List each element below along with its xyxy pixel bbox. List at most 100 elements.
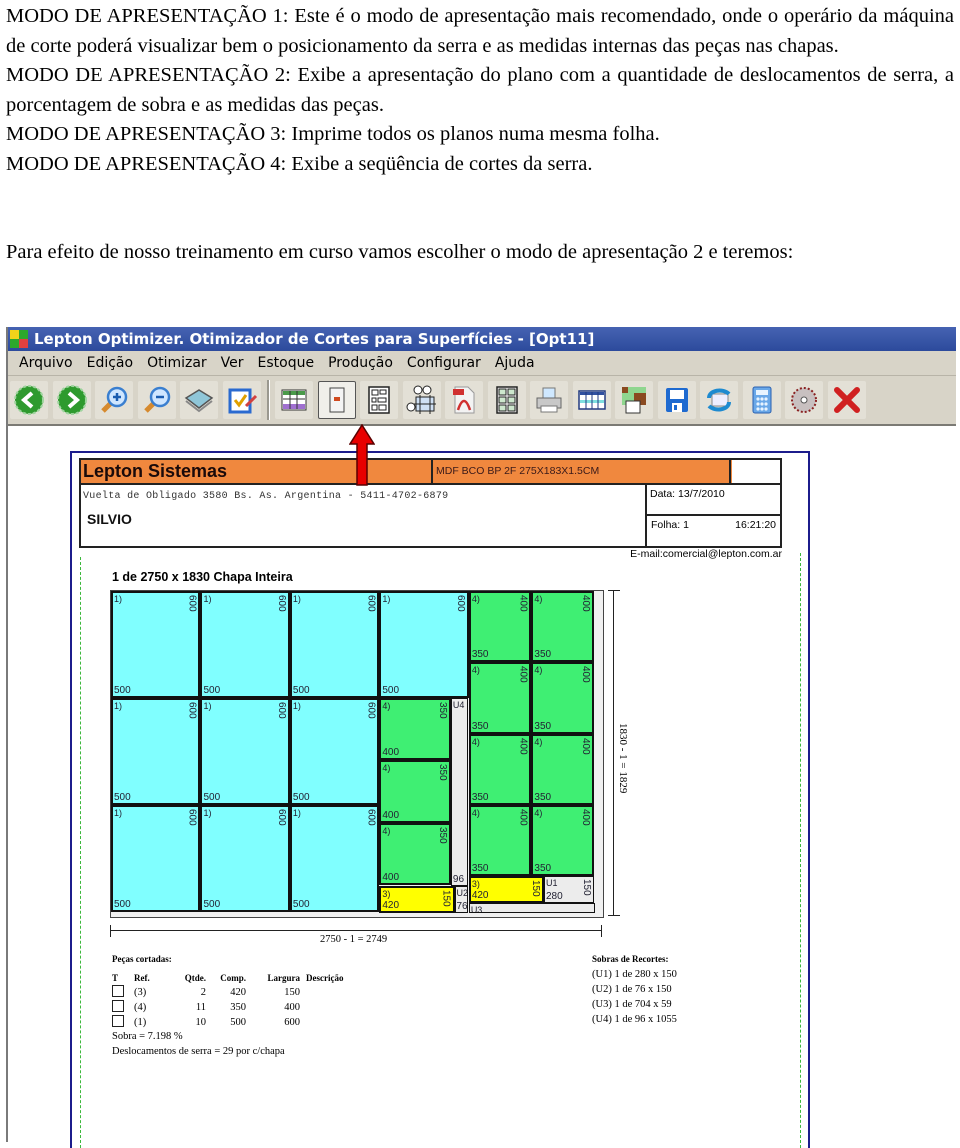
col-ref-header: Ref. (134, 972, 150, 983)
training-paragraph: Para efeito de nosso treinamento em curs… (6, 241, 794, 263)
zoom-in-button[interactable] (95, 381, 133, 419)
cut-piece: 4) 350 400 (468, 591, 532, 663)
zoom-in-icon (101, 386, 128, 413)
menu-estoque[interactable]: Estoque (251, 355, 322, 371)
table-grid-button[interactable] (275, 381, 313, 419)
mode-4-paragraph: MODO DE APRESENTAÇÃO 4: Exibe a seqüênci… (6, 152, 593, 175)
piece-width-label: 350 (534, 649, 552, 661)
cut-piece: 4) 350 400 (531, 733, 595, 805)
menu-arquivo[interactable]: Arquivo (12, 355, 80, 371)
zoom-out-button[interactable] (137, 381, 176, 419)
piece-height-label: 600 (365, 808, 377, 826)
piece-height-label: 600 (275, 701, 287, 719)
piece-width-label: 420 (382, 899, 400, 911)
close-button[interactable] (827, 381, 866, 419)
piece-width-label: 96 (452, 873, 465, 885)
piece-width-label: 500 (114, 684, 131, 696)
spreadsheet-icon (577, 390, 606, 410)
width-dimension-label: 2750 - 1 = 2749 (320, 934, 388, 945)
mode-2-paragraph: MODO DE APRESENTAÇÃO 2: Exibe a apresent… (6, 64, 954, 116)
col-qty-header: Qtde. (184, 972, 206, 983)
part-qty: 10 (195, 1017, 207, 1028)
forward-button[interactable] (52, 381, 91, 419)
saw-blade-icon (791, 387, 817, 413)
piece-ref-label: 1) (382, 594, 391, 604)
forward-arrow-icon (56, 385, 87, 415)
part-checkbox[interactable] (112, 985, 124, 997)
pdf-icon (453, 386, 475, 414)
offcut-item: (U4) 1 de 96 x 1055 (592, 1014, 677, 1025)
zoom-out-icon (143, 386, 170, 413)
piece-height-label: 600 (454, 595, 466, 612)
multi-plan-button[interactable] (487, 381, 526, 419)
cut-piece: 4) 350 400 (531, 804, 595, 877)
sheet-title: 1 de 2750 x 1830 Chapa Inteira (112, 570, 293, 584)
piece-ref-label: 4) (471, 665, 480, 676)
cut-piece: 1) 500 600 (200, 804, 290, 912)
save-button[interactable] (657, 381, 696, 419)
right-margin-guide (800, 553, 801, 1148)
piece-ref-label: 4) (534, 736, 543, 747)
col-larg-header: Largura (267, 972, 301, 983)
parts-row: (4) 11 350 400 (112, 1000, 366, 1015)
piece-height-label: 350 (436, 701, 448, 719)
col-desc-header: Descrição (306, 972, 344, 983)
menu-producao[interactable]: Produção (321, 355, 400, 371)
cut-piece: 4) 350 400 (468, 804, 532, 877)
piece-width-label: 400 (382, 809, 400, 821)
piece-width-label: 500 (382, 684, 400, 696)
piece-width-label: 500 (292, 791, 310, 803)
cut-piece: 3) 420 150 (468, 876, 544, 903)
save-disk-icon (665, 388, 688, 412)
pdf-button[interactable] (445, 381, 483, 419)
date-box: Data: 13/7/2010 Folha: 1 16:21:20 (645, 485, 782, 546)
piece-height-label: 150 (581, 879, 593, 896)
menu-edicao[interactable]: Edição (80, 355, 140, 371)
piece-ref-label: 3) (382, 888, 391, 899)
piece-ref-label: 1) (203, 700, 212, 711)
email-button[interactable] (700, 381, 738, 419)
part-larg: 400 (284, 1002, 300, 1013)
presentation-mode-button[interactable] (317, 381, 356, 419)
menu-ver[interactable]: Ver (214, 355, 251, 371)
parts-header-row: T Ref. Qtde. Comp. Largura Descrição (112, 970, 366, 985)
mode-3-paragraph: MODO DE APRESENTAÇÃO 3: Imprime todos os… (6, 123, 660, 145)
saw-button[interactable] (785, 381, 823, 419)
piece-ref-label: 4) (382, 763, 391, 774)
piece-ref-label: 1) (292, 807, 301, 818)
piece-ref-label: 4) (471, 807, 480, 818)
preview-area: Lepton Sistemas MDF BCO BP 2F 275X183X1.… (8, 426, 956, 1148)
menu-configurar[interactable]: Configurar (400, 355, 488, 371)
parts-row: (1) 10 500 600 (112, 1015, 366, 1030)
layout-pieces-button[interactable] (360, 381, 398, 419)
red-pointer-arrow-icon (349, 424, 375, 486)
height-dimension-label: 1830 - 1 = 1829 (617, 723, 629, 794)
part-larg: 150 (284, 987, 300, 998)
email-sync-icon (707, 388, 731, 412)
piece-ref-label: 4) (471, 594, 480, 604)
window-title: Lepton Optimizer. Otimizador de Cortes p… (34, 330, 595, 348)
map-button[interactable] (180, 381, 218, 419)
piece-height-label: 400 (517, 595, 529, 612)
spreadsheet-button[interactable] (572, 381, 611, 419)
piece-ref-label: 4) (382, 700, 391, 711)
print-button[interactable] (530, 381, 568, 419)
back-button[interactable] (10, 381, 48, 419)
part-checkbox[interactable] (112, 1000, 124, 1012)
part-checkbox[interactable] (112, 1015, 124, 1027)
checklist-button[interactable] (222, 381, 261, 419)
stock-button[interactable] (615, 381, 653, 419)
piece-height-label: 600 (186, 595, 198, 612)
menu-otimizar[interactable]: Otimizar (140, 355, 214, 371)
parts-table: Peças cortadas: T Ref. Qtde. Comp. Largu… (112, 954, 366, 1057)
calculator-button[interactable] (742, 381, 781, 419)
piece-ref-label: 4) (534, 807, 543, 818)
menu-ajuda[interactable]: Ajuda (488, 355, 542, 371)
piece-width-label: 280 (545, 890, 563, 902)
offcut-piece: U1 280 150 (543, 876, 595, 903)
toolbar (8, 376, 956, 427)
parts-row: (3) 2 420 150 (112, 985, 366, 1000)
piece-height-label: 400 (517, 666, 529, 683)
cut-sequence-button[interactable] (402, 381, 441, 419)
offcut-item: (U3) 1 de 704 x 59 (592, 999, 672, 1010)
